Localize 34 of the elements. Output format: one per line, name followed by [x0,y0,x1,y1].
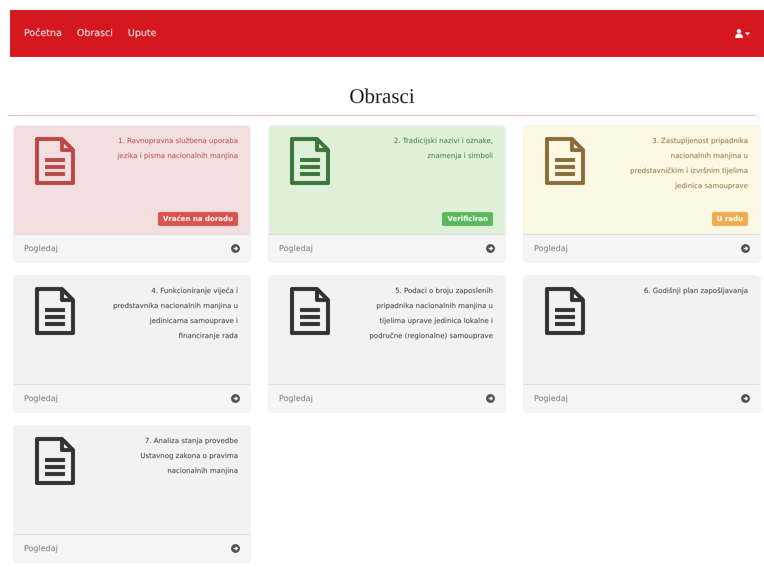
nav-link[interactable]: Upute [128,28,156,39]
arrow-circle-icon [486,394,495,403]
arrow-circle-icon [741,394,750,403]
document-icon [544,286,586,336]
document-icon [544,136,586,186]
arrow-circle-icon [231,544,240,553]
view-link[interactable]: Pogledaj [24,394,58,403]
card-footer[interactable]: Pogledaj [269,384,505,412]
card-footer[interactable]: Pogledaj [524,234,760,262]
card-footer[interactable]: Pogledaj [14,534,250,562]
arrow-circle-icon [486,244,495,253]
view-link[interactable]: Pogledaj [24,544,58,553]
document-icon [289,286,331,336]
nav-link[interactable]: Obrasci [76,28,113,39]
card-footer[interactable]: Pogledaj [269,234,505,262]
arrow-circle-icon [231,244,240,253]
view-link[interactable]: Pogledaj [24,244,58,253]
user-caret-icon [735,29,750,38]
view-link[interactable]: Pogledaj [534,244,568,253]
card-footer[interactable]: Pogledaj [14,234,250,262]
view-link[interactable]: Pogledaj [279,394,313,403]
document-icon [34,286,76,336]
arrow-circle-icon [231,394,240,403]
arrow-circle-icon [741,244,750,253]
user-menu-button[interactable] [735,29,750,38]
document-icon [289,136,331,186]
view-link[interactable]: Pogledaj [279,244,313,253]
document-icon [34,436,76,486]
card-footer[interactable]: Pogledaj [14,384,250,412]
view-link[interactable]: Pogledaj [534,394,568,403]
nav-link[interactable]: Početna [24,28,62,39]
card-footer[interactable]: Pogledaj [524,384,760,412]
document-icon [34,136,76,186]
page-title: Obrasci [8,84,756,116]
